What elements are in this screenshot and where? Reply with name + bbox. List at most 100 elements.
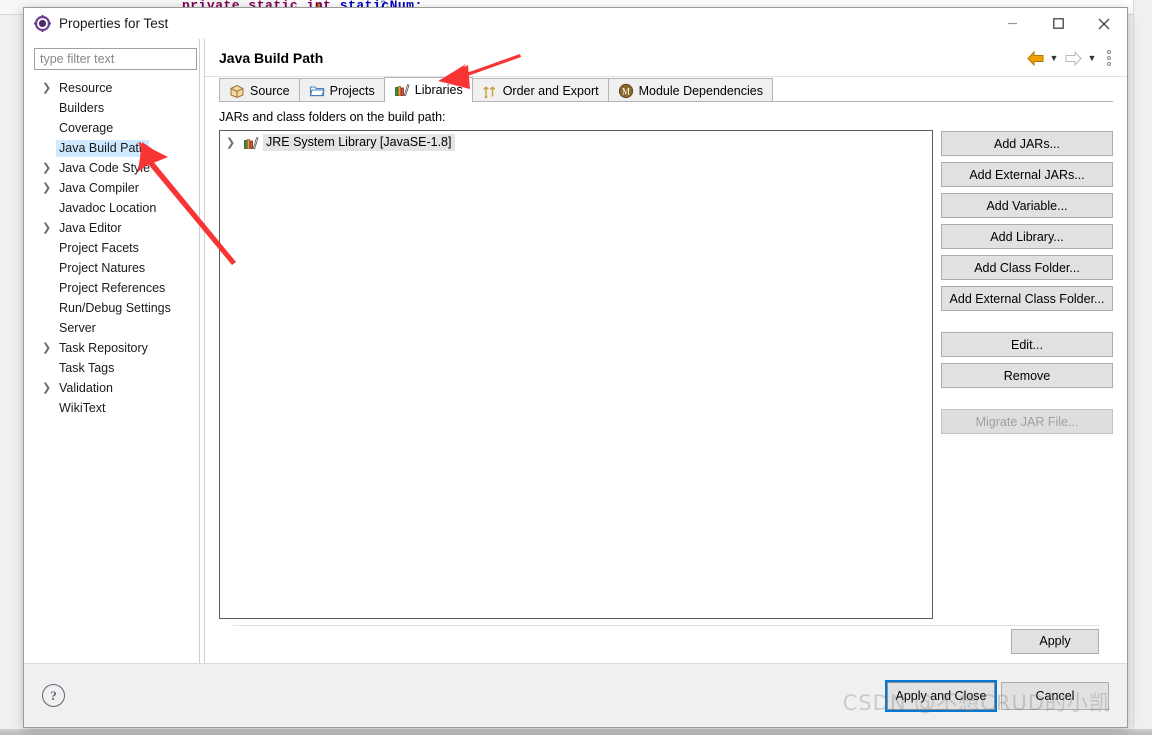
sidebar-item-resource[interactable]: ❯ Resource: [34, 78, 198, 98]
tab-label: Libraries: [414, 83, 463, 97]
dialog-footer: ? Apply and Close Cancel: [24, 663, 1127, 727]
sidebar-item-project-facets[interactable]: Project Facets: [34, 238, 198, 258]
help-question-icon[interactable]: ?: [42, 684, 65, 707]
chevron-right-icon[interactable]: ❯: [42, 82, 56, 94]
tab-libraries[interactable]: Libraries: [383, 77, 473, 102]
sidebar-item-label: Java Compiler: [59, 180, 139, 195]
libraries-action-buttons: Add JARs... Add External JARs... Add Varia…: [941, 130, 1113, 619]
tab-label: Order and Export: [502, 83, 599, 98]
module-badge-icon: M: [618, 83, 634, 99]
svg-text:M: M: [622, 86, 630, 96]
add-external-class-folder-button[interactable]: Add External Class Folder...: [941, 286, 1113, 311]
apply-and-close-button[interactable]: Apply and Close: [885, 679, 997, 712]
window-controls: [989, 8, 1127, 39]
minimize-button[interactable]: [989, 8, 1035, 39]
sidebar-item-builders[interactable]: Builders: [34, 98, 198, 118]
chevron-right-icon[interactable]: ❯: [42, 222, 56, 234]
migrate-jar-file-button: Migrate JAR File...: [941, 409, 1113, 434]
add-external-jars-button[interactable]: Add External JARs...: [941, 162, 1113, 187]
editor-right-band: [1133, 0, 1152, 735]
chevron-right-icon[interactable]: ❯: [226, 136, 239, 149]
dialog-titlebar: Properties for Test: [24, 8, 1127, 39]
package-icon: [229, 83, 245, 99]
eclipse-properties-icon: [34, 15, 51, 32]
sidebar-item-project-references[interactable]: Project References: [34, 278, 198, 298]
sidebar-item-label: Server: [59, 320, 96, 335]
sidebar-item-project-natures[interactable]: Project Natures: [34, 258, 198, 278]
tab-module-dependencies[interactable]: M Module Dependencies: [607, 78, 773, 102]
libraries-tab-panel: JARs and class folders on the build path…: [205, 102, 1127, 663]
sidebar-item-label: Builders: [59, 100, 105, 115]
close-button[interactable]: [1081, 8, 1127, 39]
sidebar-item-java-build-path[interactable]: Java Build Path: [34, 138, 198, 158]
sidebar-item-coverage[interactable]: Coverage: [34, 118, 198, 138]
add-variable-button[interactable]: Add Variable...: [941, 193, 1113, 218]
sidebar-item-task-tags[interactable]: Task Tags: [34, 358, 198, 378]
sidebar-item-label: Resource: [59, 80, 113, 95]
add-jars-button[interactable]: Add JARs...: [941, 131, 1113, 156]
sidebar-item-java-compiler[interactable]: ❯ Java Compiler: [34, 178, 198, 198]
maximize-button[interactable]: [1035, 8, 1081, 39]
page-title: Java Build Path: [219, 50, 324, 66]
sidebar-item-label: Java Code Style: [59, 160, 151, 175]
add-class-folder-button[interactable]: Add Class Folder...: [941, 255, 1113, 280]
sidebar-item-label: Java Editor: [59, 220, 122, 235]
filter-input[interactable]: [34, 48, 197, 70]
editor-bottom-band: [0, 729, 1152, 735]
dialog-body: ❯ResourceBuildersCoverageJava Build Path…: [24, 39, 1127, 663]
sidebar-item-label: Task Repository: [59, 340, 148, 355]
settings-sidebar: ❯ResourceBuildersCoverageJava Build Path…: [24, 39, 199, 663]
library-list-item-label: JRE System Library [JavaSE-1.8]: [263, 134, 456, 151]
settings-page: Java Build Path ▼ ▼ Source Projects Libr…: [204, 39, 1127, 663]
sidebar-item-java-editor[interactable]: ❯ Java Editor: [34, 218, 198, 238]
tab-label: Module Dependencies: [638, 83, 763, 98]
tab-projects[interactable]: Projects: [298, 78, 385, 102]
sidebar-item-javadoc-location[interactable]: Javadoc Location: [34, 198, 198, 218]
page-header: Java Build Path ▼ ▼: [205, 39, 1127, 77]
add-library-button[interactable]: Add Library...: [941, 224, 1113, 249]
sidebar-item-label: Coverage: [59, 120, 114, 135]
chevron-right-icon[interactable]: ❯: [42, 182, 56, 194]
apply-button[interactable]: Apply: [1011, 628, 1099, 654]
sidebar-item-label: Run/Debug Settings: [59, 300, 171, 315]
sidebar-item-task-repository[interactable]: ❯ Task Repository: [34, 338, 198, 358]
sidebar-item-label: Project References: [59, 280, 166, 295]
footer-buttons: Apply and Close Cancel: [885, 679, 1109, 712]
forward-dropdown-chevron-down-icon[interactable]: ▼: [1085, 49, 1099, 67]
cancel-button[interactable]: Cancel: [1001, 681, 1109, 710]
sidebar-item-wikitext[interactable]: WikiText: [34, 398, 198, 418]
sidebar-item-label: Javadoc Location: [59, 200, 157, 215]
tab-order-and-export[interactable]: Order and Export: [471, 78, 609, 102]
sidebar-item-java-code-style[interactable]: ❯ Java Code Style: [34, 158, 198, 178]
sidebar-item-label: Project Facets: [59, 240, 139, 255]
forward-arrow-icon: [1063, 48, 1083, 68]
chevron-right-icon[interactable]: ❯: [42, 162, 56, 174]
dialog-title: Properties for Test: [59, 16, 169, 31]
books-icon: [243, 135, 259, 151]
build-path-tabs: Source Projects Libraries Order and Export M…: [205, 77, 1127, 102]
sidebar-item-run-debug-settings[interactable]: Run/Debug Settings: [34, 298, 198, 318]
tab-source[interactable]: Source: [219, 78, 300, 102]
libraries-list[interactable]: ❯ JRE System Library [JavaSE-1.8]: [219, 130, 933, 619]
tab-label: Source: [250, 83, 290, 98]
vertical-dots-menu-icon[interactable]: [1101, 48, 1117, 68]
sidebar-item-server[interactable]: Server: [34, 318, 198, 338]
sidebar-item-validation[interactable]: ❯ Validation: [34, 378, 198, 398]
library-list-item[interactable]: ❯ JRE System Library [JavaSE-1.8]: [220, 133, 932, 152]
apply-row: Apply: [219, 619, 1113, 663]
folder-icon: [309, 83, 325, 99]
chevron-right-icon[interactable]: ❯: [42, 342, 56, 354]
remove-button[interactable]: Remove: [941, 363, 1113, 388]
properties-dialog: Properties for Test ❯ResourceBuildersCov…: [23, 7, 1128, 728]
back-arrow-icon[interactable]: [1025, 48, 1045, 68]
books-icon: [394, 82, 410, 98]
page-toolbar: ▼ ▼: [1025, 48, 1117, 68]
button-group-gap: [941, 394, 1113, 403]
button-group-gap: [941, 317, 1113, 326]
chevron-right-icon[interactable]: ❯: [42, 382, 56, 394]
sidebar-item-label: Project Natures: [59, 260, 146, 275]
content-row: ❯ JRE System Library [JavaSE-1.8] Add JAR…: [219, 130, 1113, 619]
edit-button[interactable]: Edit...: [941, 332, 1113, 357]
back-dropdown-chevron-down-icon[interactable]: ▼: [1047, 49, 1061, 67]
sidebar-item-label: WikiText: [59, 400, 106, 415]
